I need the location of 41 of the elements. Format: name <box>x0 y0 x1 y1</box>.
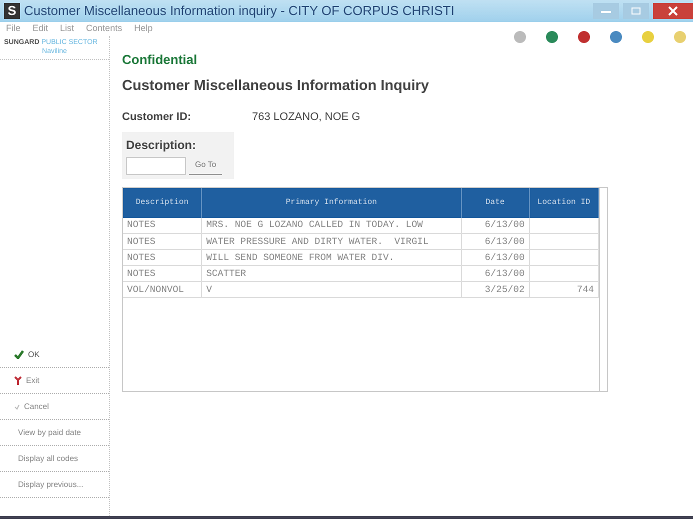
table-cell: WILL SEND SOMEONE FROM WATER DIV. <box>202 250 462 266</box>
customer-id-label: Customer ID: <box>122 110 192 126</box>
close-icon <box>668 6 678 16</box>
column-header[interactable]: Primary Information <box>202 188 462 218</box>
table-cell: VOL/NONVOL <box>123 282 202 298</box>
close-button[interactable] <box>653 3 693 19</box>
maximize-icon <box>631 6 641 15</box>
table-cell: MRS. NOE G LOZANO CALLED IN TODAY. LOW <box>202 218 462 234</box>
menu-item[interactable]: Edit <box>32 22 48 36</box>
page-heading: Customer Miscellaneous Information Inquiry <box>122 76 430 96</box>
description-field[interactable] <box>126 156 186 175</box>
table-cell: 6/13/00 <box>461 266 530 282</box>
description-label: Description: <box>126 136 198 154</box>
check-icon <box>14 350 24 359</box>
column-header[interactable]: Location ID <box>529 188 598 218</box>
menu-item[interactable]: File <box>6 22 21 36</box>
table-cell: 6/13/00 <box>461 218 530 234</box>
table-cell: 6/13/00 <box>461 234 530 250</box>
confidential-label: Confidential <box>122 51 198 69</box>
window-title: Customer Miscellaneous Information inquiry - CITY OF CORPUS CHRISTI <box>24 2 454 20</box>
table-cell: NOTES <box>123 250 202 266</box>
table-cell: 744 <box>529 282 598 298</box>
minimize-button[interactable] <box>593 3 619 19</box>
table-cell: 6/13/00 <box>461 250 530 266</box>
menu-item[interactable]: List <box>60 22 74 36</box>
table-cell: SCATTER <box>202 266 462 282</box>
menu-item[interactable]: Contents <box>86 22 122 36</box>
column-header[interactable]: Date <box>461 188 530 218</box>
table-cell: NOTES <box>123 218 202 234</box>
table-cell: NOTES <box>123 234 202 250</box>
table-cell: V <box>202 282 462 298</box>
app-icon: S <box>4 3 20 19</box>
customer-id-value: 763 LOZANO, NOE G <box>252 110 360 126</box>
maximize-button[interactable] <box>623 3 649 19</box>
exit-icon <box>14 376 22 385</box>
table-cell: NOTES <box>123 266 202 282</box>
cancel-icon <box>14 404 20 410</box>
column-header[interactable]: Description <box>123 188 202 218</box>
table-cell: 3/25/02 <box>461 282 530 298</box>
table-cell: WATER PRESSURE AND DIRTY WATER. VIRGIL <box>202 234 462 250</box>
menu-item[interactable]: Help <box>134 22 153 36</box>
